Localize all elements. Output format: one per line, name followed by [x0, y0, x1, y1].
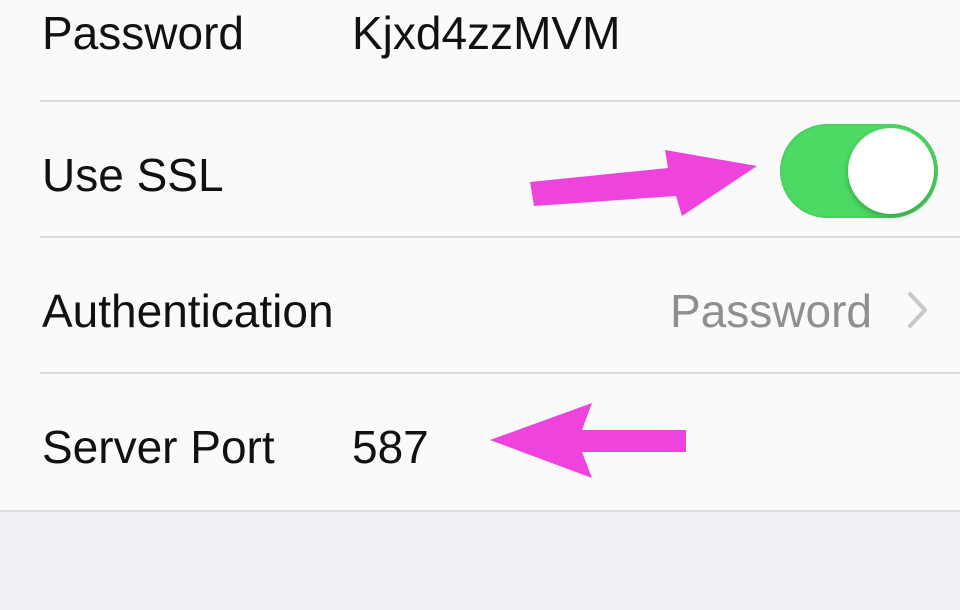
settings-screen: Password Kjxd4zzMVM Use SSL Authenticati… — [0, 0, 960, 610]
authentication-label: Authentication — [42, 285, 334, 337]
chevron-right-icon — [908, 292, 927, 328]
server-port-value[interactable]: 587 — [352, 420, 429, 474]
authentication-row[interactable]: Authentication Password — [0, 238, 960, 374]
password-value[interactable]: Kjxd4zzMVM — [352, 6, 620, 60]
use-ssl-toggle[interactable] — [780, 124, 938, 218]
toggle-knob — [848, 128, 934, 214]
password-row[interactable]: Password Kjxd4zzMVM — [0, 0, 960, 102]
authentication-value: Password — [670, 285, 872, 337]
use-ssl-row: Use SSL — [0, 102, 960, 238]
settings-group: Password Kjxd4zzMVM Use SSL Authenticati… — [0, 0, 960, 512]
password-label: Password — [42, 7, 244, 59]
use-ssl-label: Use SSL — [42, 149, 224, 201]
server-port-label: Server Port — [42, 421, 275, 473]
server-port-row[interactable]: Server Port 587 — [0, 374, 960, 510]
